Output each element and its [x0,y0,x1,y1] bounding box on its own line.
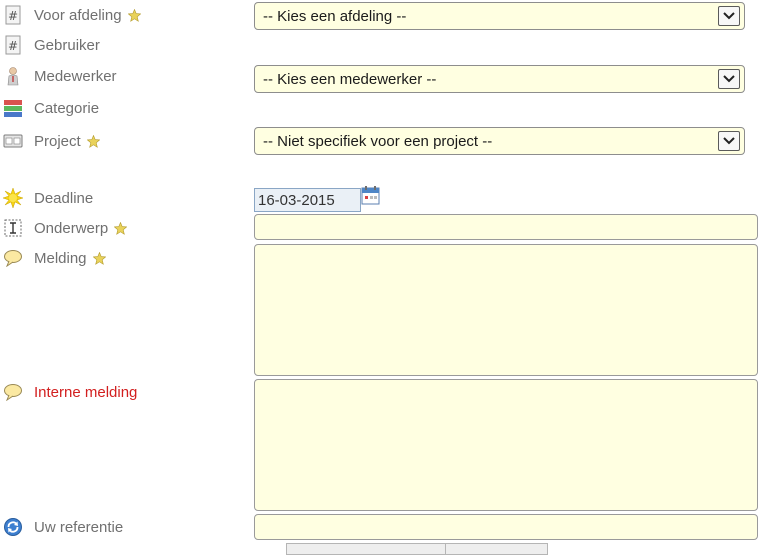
speech-bubble-icon [2,381,24,403]
project-label-text: Project [34,132,81,150]
categorie-label-text: Categorie [34,99,100,117]
hash-doc-icon: # [2,4,24,26]
required-star-icon [113,221,128,235]
chevron-down-icon[interactable] [718,131,740,151]
label-medewerker: Medewerker [0,65,117,87]
medewerker-label-text: Medewerker [34,67,117,85]
interne-melding-label-text: Interne melding [34,383,138,401]
sun-icon [2,187,24,209]
project-select[interactable]: -- Niet specifiek voor een project -- [254,127,745,155]
afdeling-select[interactable]: -- Kies een afdeling -- [254,2,745,30]
referentie-label-text: Uw referentie [34,518,124,536]
afdeling-label-text: Voor afdeling [34,6,122,24]
referentie-input[interactable] [254,514,758,540]
afdeling-select-value: -- Kies een afdeling -- [263,7,407,25]
project-card-icon [2,130,24,152]
melding-textarea[interactable] [254,244,758,376]
required-star-icon [127,8,141,22]
chevron-down-icon[interactable] [718,6,740,26]
label-deadline: Deadline [0,187,93,209]
interne-melding-textarea[interactable] [254,379,758,511]
bottom-button-left[interactable] [286,543,446,555]
refresh-icon [2,516,24,538]
label-onderwerp: Onderwerp [0,217,128,239]
onderwerp-label-text: Onderwerp [34,219,109,237]
svg-text:#: # [8,39,18,53]
required-star-icon [92,251,106,265]
gebruiker-label-text: Gebruiker [34,36,100,54]
label-interne-melding: Interne melding [0,381,137,403]
label-uw-referentie: Uw referentie [0,516,123,538]
text-cursor-icon [2,217,24,239]
medewerker-select-value: -- Kies een medewerker -- [263,70,437,88]
melding-label-text: Melding [34,249,87,267]
project-select-value: -- Niet specifiek voor een project -- [263,132,493,150]
label-project: Project [0,130,101,152]
calendar-icon[interactable] [361,185,380,205]
svg-text:#: # [8,9,18,23]
deadline-label-text: Deadline [34,189,94,207]
deadline-date-input[interactable]: 16-03-2015 [254,188,361,212]
chevron-down-icon[interactable] [718,69,740,89]
label-gebruiker: # Gebruiker [0,34,100,56]
deadline-date-value: 16-03-2015 [258,191,335,209]
bottom-button-right[interactable] [445,543,548,555]
person-icon [2,65,24,87]
speech-bubble-icon [2,247,24,269]
label-voor-afdeling: # Voor afdeling [0,4,141,26]
hash-doc-icon: # [2,34,24,56]
label-categorie: Categorie [0,97,99,119]
medewerker-select[interactable]: -- Kies een medewerker -- [254,65,745,93]
required-star-icon [86,134,101,148]
onderwerp-input[interactable] [254,214,758,240]
label-melding: Melding [0,247,106,269]
category-stack-icon [2,97,24,119]
